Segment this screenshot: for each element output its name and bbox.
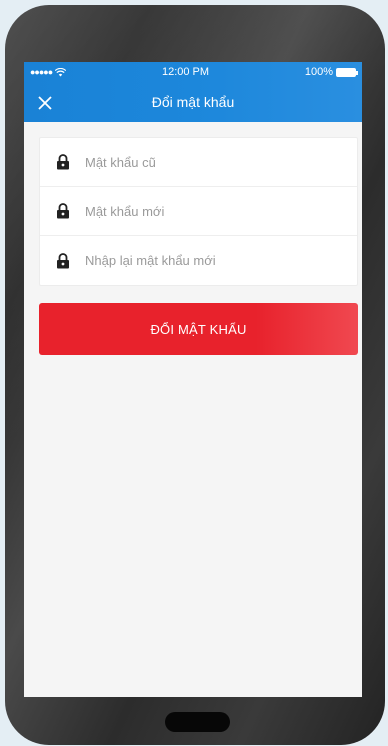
old-password-input[interactable]	[85, 154, 325, 170]
navbar: Đổi mật khẩu	[24, 82, 362, 122]
close-button[interactable]	[38, 92, 60, 114]
status-time: 12:00 PM	[161, 66, 210, 78]
old-password-row[interactable]	[40, 138, 357, 187]
lock-icon	[57, 203, 69, 219]
signal-icon: ●●●●●	[30, 67, 53, 77]
battery-icon	[335, 67, 358, 77]
password-form	[39, 137, 358, 286]
confirm-password-input[interactable]	[85, 253, 325, 268]
lock-icon	[57, 252, 69, 268]
signal-area: ●●●●●	[30, 67, 67, 77]
battery-percent: 100%	[304, 66, 333, 78]
page-title: Đổi mật khẩu	[151, 94, 235, 110]
confirm-password-row[interactable]	[40, 236, 357, 285]
new-password-input[interactable]	[85, 203, 325, 219]
home-button[interactable]	[165, 712, 230, 732]
status-bar: ●●●●● 12:00 PM 100%	[24, 62, 362, 82]
battery-area: 100%	[304, 66, 358, 78]
header: ●●●●● 12:00 PM 100% Đổi mật khẩu	[24, 62, 362, 122]
lock-icon	[57, 154, 69, 170]
new-password-row[interactable]	[40, 187, 357, 236]
close-icon	[38, 96, 52, 110]
app-screen: ●●●●● 12:00 PM 100% Đổi mật khẩu ĐỔI MẬT…	[24, 62, 362, 697]
wifi-icon	[55, 67, 67, 76]
change-password-button[interactable]: ĐỔI MẬT KHẨU	[39, 303, 358, 355]
